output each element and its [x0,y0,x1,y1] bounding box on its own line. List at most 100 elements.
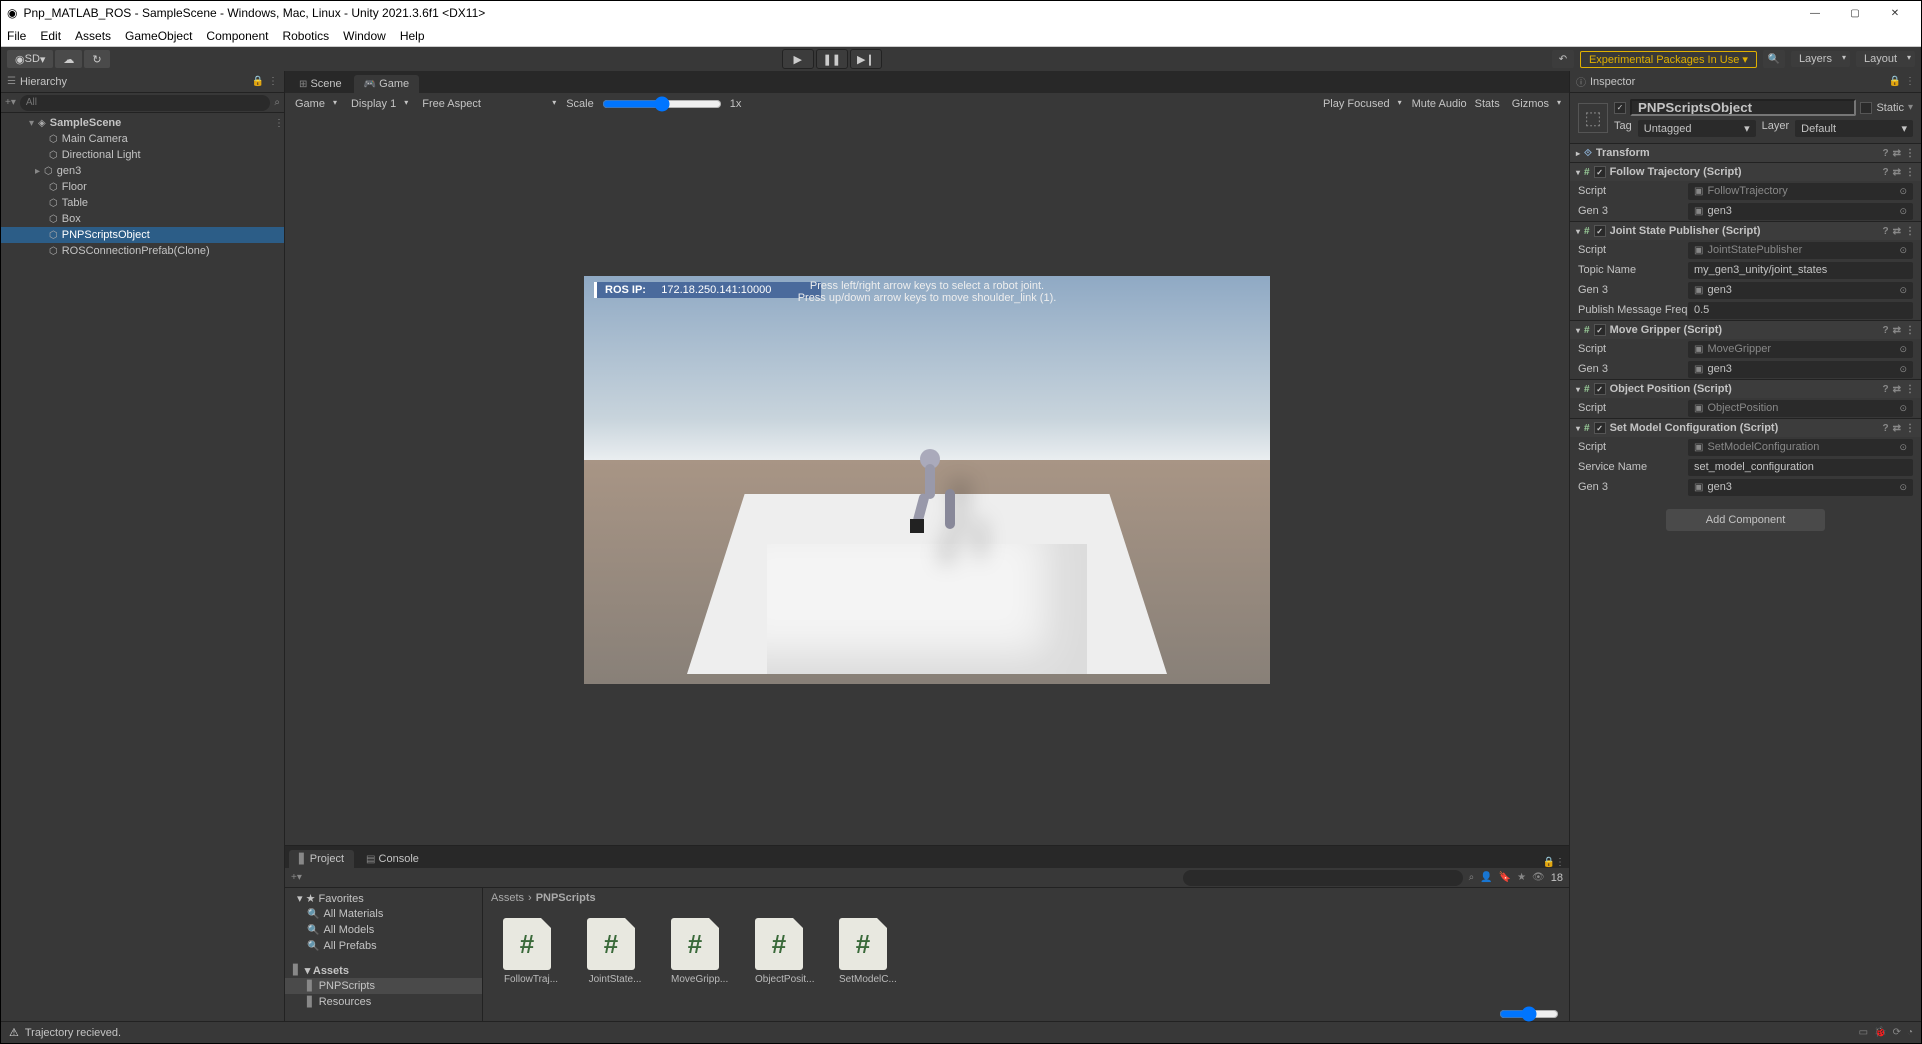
object-picker-icon[interactable]: ⊙ [1899,206,1907,217]
component-enabled-checkbox[interactable] [1594,324,1606,336]
scene-tab[interactable]: ⊞ Scene [289,75,352,93]
history-button[interactable]: ↻ [84,50,109,68]
project-tree-item[interactable]: ▾ ★ Favorites [285,890,482,906]
component-enabled-checkbox[interactable] [1594,225,1606,237]
account-button[interactable]: ◉ SD ▾ [7,50,53,68]
object-picker-icon[interactable]: ⊙ [1899,364,1907,375]
project-tree-item[interactable]: 🔍All Prefabs [285,938,482,954]
transform-component-header[interactable]: ▸ ⟐ Transform ? ⇄ ⋮ [1570,144,1921,162]
object-picker-icon[interactable]: ⊙ [1899,403,1907,414]
hierarchy-item[interactable]: ⬡Box [1,211,284,227]
object-name-field[interactable] [1630,99,1856,116]
gameobject-icon[interactable]: ⬚ [1578,103,1608,133]
menu-file[interactable]: File [7,29,26,43]
preset-icon[interactable]: ⇄ [1893,325,1901,336]
component-menu-icon[interactable]: ⋮ [1905,167,1915,178]
preset-icon[interactable]: ⇄ [1893,148,1901,159]
close-button[interactable]: ✕ [1875,8,1915,19]
asset-item[interactable]: #MoveGripp... [671,918,727,985]
search-picker-icon[interactable]: ⌕ [274,97,280,108]
object-picker-icon[interactable]: ⊙ [1899,186,1907,197]
add-component-button[interactable]: Add Component [1666,509,1826,531]
project-tree-item[interactable]: 🔍All Models [285,922,482,938]
hierarchy-item[interactable]: ⬡Floor [1,179,284,195]
maximize-button[interactable]: ▢ [1835,8,1875,19]
layer-dropdown[interactable]: Default▾ [1795,120,1913,137]
gizmos-dropdown[interactable]: Gizmos [1508,96,1563,112]
project-tree-item[interactable]: ▋▾ Assets [285,962,482,978]
tag-dropdown[interactable]: Untagged▾ [1638,120,1756,137]
hierarchy-item[interactable]: ⬡Main Camera [1,131,284,147]
step-button[interactable]: ▶❙ [850,49,882,69]
preset-icon[interactable]: ⇄ [1893,423,1901,434]
component-menu-icon[interactable]: ⋮ [1905,148,1915,159]
hierarchy-lock-icon[interactable]: 🔒 [252,76,264,87]
object-picker-icon[interactable]: ⊙ [1899,245,1907,256]
project-search[interactable] [1183,870,1463,886]
field-value[interactable]: my_gen3_unity/joint_states [1688,262,1913,279]
help-icon[interactable]: ? [1883,325,1889,336]
component-menu-icon[interactable]: ⋮ [1905,325,1915,336]
component-enabled-checkbox[interactable] [1594,383,1606,395]
icon-size-slider[interactable] [1499,1006,1559,1022]
minimize-button[interactable]: — [1795,8,1835,19]
hierarchy-item[interactable]: ⬡Directional Light [1,147,284,163]
field-value[interactable]: ▣gen3⊙ [1688,282,1913,299]
hidden-icon[interactable]: 👁 [1532,872,1545,883]
component-enabled-checkbox[interactable] [1594,422,1606,434]
asset-item[interactable]: #ObjectPosit... [755,918,811,985]
project-tree-item[interactable]: ▋PNPScripts [285,978,482,994]
help-icon[interactable]: ? [1883,384,1889,395]
static-checkbox[interactable] [1860,102,1872,114]
status-icon-4[interactable]: ◔ [1907,1027,1913,1038]
layout-dropdown[interactable]: Layout [1856,51,1915,67]
hierarchy-item[interactable]: ▸⬡gen3 [1,163,284,179]
scene-row[interactable]: ▾◈SampleScene⋮ [1,115,284,131]
display-dropdown[interactable]: Display 1 [347,96,410,112]
asset-item[interactable]: #JointState... [587,918,643,985]
menu-robotics[interactable]: Robotics [282,29,329,43]
help-icon[interactable]: ? [1883,226,1889,237]
object-picker-icon[interactable]: ⊙ [1899,442,1907,453]
object-picker-icon[interactable]: ⊙ [1899,285,1907,296]
menu-gameobject[interactable]: GameObject [125,29,192,43]
project-menu-icon[interactable]: ⋮ [1555,857,1565,868]
asset-item[interactable]: #FollowTraj... [503,918,559,985]
undo-history-button[interactable]: ↶ [1552,50,1574,68]
menu-help[interactable]: Help [400,29,425,43]
component-header[interactable]: ▾#Joint State Publisher (Script)?⇄⋮ [1570,222,1921,240]
help-icon[interactable]: ? [1883,423,1889,434]
menu-window[interactable]: Window [343,29,386,43]
scale-slider[interactable] [602,96,722,112]
create-button[interactable]: +▾ [5,97,16,108]
component-header[interactable]: ▾#Move Gripper (Script)?⇄⋮ [1570,321,1921,339]
status-icon-2[interactable]: 🐞 [1874,1027,1886,1038]
game-tab[interactable]: 🎮 Game [354,75,419,93]
favorite-icon[interactable]: ★ [1517,872,1526,883]
mute-audio-toggle[interactable]: Mute Audio [1412,98,1467,110]
help-icon[interactable]: ? [1883,167,1889,178]
status-icon-1[interactable]: ▭ [1859,1027,1868,1038]
help-icon[interactable]: ? [1883,148,1889,159]
component-menu-icon[interactable]: ⋮ [1905,423,1915,434]
stats-toggle[interactable]: Stats [1475,98,1500,110]
field-value[interactable]: ▣gen3⊙ [1688,203,1913,220]
preset-icon[interactable]: ⇄ [1893,226,1901,237]
asset-item[interactable]: #SetModelC... [839,918,895,985]
play-focused-dropdown[interactable]: Play Focused [1319,96,1404,112]
component-header[interactable]: ▾#Set Model Configuration (Script)?⇄⋮ [1570,419,1921,437]
menu-edit[interactable]: Edit [40,29,61,43]
play-button[interactable]: ▶ [782,49,814,69]
field-value[interactable]: set_model_configuration [1688,459,1913,476]
project-lock-icon[interactable]: 🔒 [1543,857,1555,868]
field-value[interactable]: ▣gen3⊙ [1688,479,1913,496]
aspect-dropdown[interactable]: Free Aspect [418,96,558,112]
layers-dropdown[interactable]: Layers [1791,51,1850,67]
menu-component[interactable]: Component [206,29,268,43]
search-button[interactable]: 🔍 [1763,50,1785,68]
hierarchy-item[interactable]: ⬡PNPScriptsObject [1,227,284,243]
hierarchy-item[interactable]: ⬡ROSConnectionPrefab(Clone) [1,243,284,259]
preset-icon[interactable]: ⇄ [1893,167,1901,178]
object-picker-icon[interactable]: ⊙ [1899,482,1907,493]
inspector-lock-icon[interactable]: 🔒 [1889,76,1901,87]
